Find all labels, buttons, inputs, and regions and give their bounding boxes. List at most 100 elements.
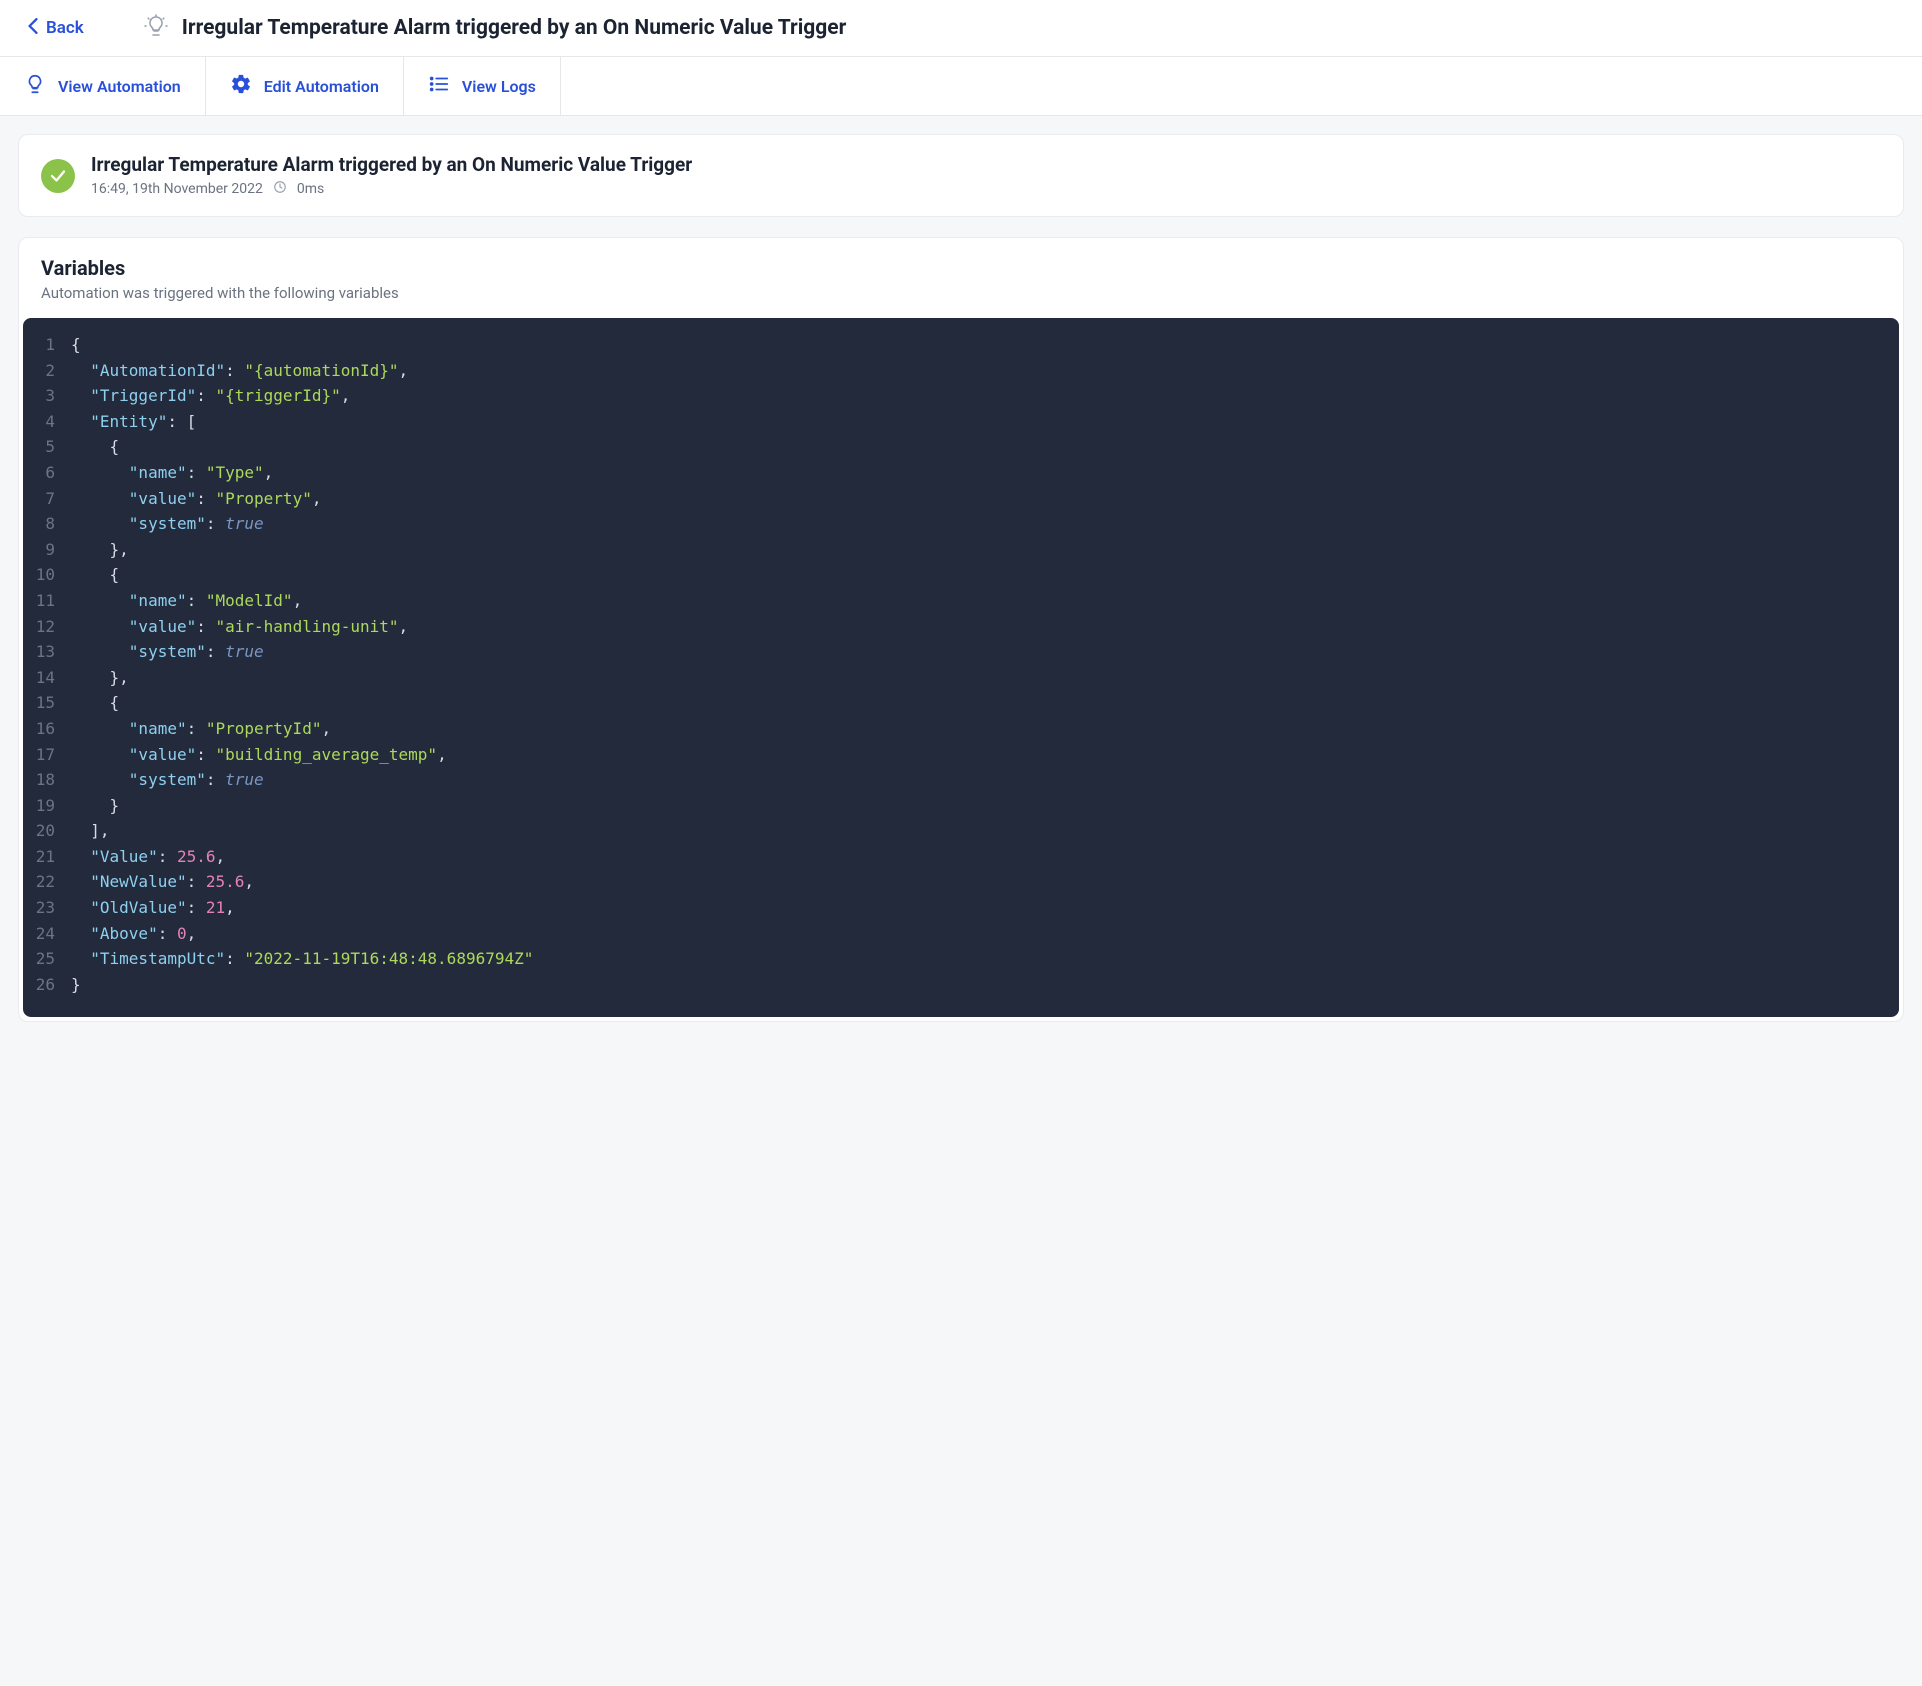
code-line: 4 "Entity": [	[23, 409, 1899, 435]
code-line: 16 "name": "PropertyId",	[23, 716, 1899, 742]
code-content: {	[71, 332, 81, 358]
line-number: 20	[23, 818, 71, 844]
line-number: 7	[23, 486, 71, 512]
code-content: "system": true	[71, 511, 264, 537]
page-title: Irregular Temperature Alarm triggered by…	[182, 16, 847, 40]
variables-heading: Variables	[41, 256, 1881, 280]
line-number: 14	[23, 665, 71, 691]
line-number: 17	[23, 742, 71, 768]
code-content: "TriggerId": "{triggerId}",	[71, 383, 350, 409]
line-number: 22	[23, 869, 71, 895]
code-content: "Entity": [	[71, 409, 196, 435]
code-content: "OldValue": 21,	[71, 895, 235, 921]
lightbulb-icon	[144, 14, 168, 42]
code-content: ],	[71, 818, 110, 844]
line-number: 18	[23, 767, 71, 793]
chevron-left-icon	[28, 18, 38, 39]
variables-subheading: Automation was triggered with the follow…	[41, 284, 1881, 302]
code-line: 19 }	[23, 793, 1899, 819]
run-meta: 16:49, 19th November 2022 0ms	[91, 180, 692, 198]
code-line: 22 "NewValue": 25.6,	[23, 869, 1899, 895]
edit-automation-button[interactable]: Edit Automation	[206, 57, 404, 115]
code-content: {	[71, 434, 119, 460]
code-line: 14 },	[23, 665, 1899, 691]
page-header: Back Irregular Temperature Alarm trigger…	[0, 0, 1922, 57]
code-content: },	[71, 537, 129, 563]
line-number: 15	[23, 690, 71, 716]
line-number: 4	[23, 409, 71, 435]
lightbulb-icon	[24, 73, 46, 99]
code-line: 18 "system": true	[23, 767, 1899, 793]
line-number: 24	[23, 921, 71, 947]
code-content: "Above": 0,	[71, 921, 196, 947]
line-number: 8	[23, 511, 71, 537]
gear-icon	[230, 73, 252, 99]
code-line: 15 {	[23, 690, 1899, 716]
code-content: {	[71, 562, 119, 588]
code-line: 7 "value": "Property",	[23, 486, 1899, 512]
view-automation-button[interactable]: View Automation	[0, 57, 206, 115]
line-number: 11	[23, 588, 71, 614]
line-number: 10	[23, 562, 71, 588]
code-line: 26}	[23, 972, 1899, 998]
line-number: 12	[23, 614, 71, 640]
variables-card: Variables Automation was triggered with …	[18, 237, 1904, 1022]
run-duration: 0ms	[297, 181, 324, 197]
content-area: Irregular Temperature Alarm triggered by…	[0, 116, 1922, 1040]
code-content: },	[71, 665, 129, 691]
back-button[interactable]: Back	[28, 18, 84, 39]
toolbar-label: Edit Automation	[264, 77, 379, 96]
code-content: "name": "PropertyId",	[71, 716, 331, 742]
run-timestamp: 16:49, 19th November 2022	[91, 181, 263, 197]
line-number: 3	[23, 383, 71, 409]
back-label: Back	[46, 18, 84, 38]
line-number: 21	[23, 844, 71, 870]
code-content: "value": "building_average_temp",	[71, 742, 447, 768]
code-content: }	[71, 972, 81, 998]
line-number: 19	[23, 793, 71, 819]
line-number: 25	[23, 946, 71, 972]
code-line: 8 "system": true	[23, 511, 1899, 537]
code-line: 17 "value": "building_average_temp",	[23, 742, 1899, 768]
code-line: 23 "OldValue": 21,	[23, 895, 1899, 921]
code-line: 2 "AutomationId": "{automationId}",	[23, 358, 1899, 384]
code-line: 20 ],	[23, 818, 1899, 844]
header-title-wrap: Irregular Temperature Alarm triggered by…	[144, 14, 847, 42]
code-line: 21 "Value": 25.6,	[23, 844, 1899, 870]
view-logs-button[interactable]: View Logs	[404, 57, 561, 115]
code-content: "NewValue": 25.6,	[71, 869, 254, 895]
line-number: 5	[23, 434, 71, 460]
line-number: 16	[23, 716, 71, 742]
code-line: 24 "Above": 0,	[23, 921, 1899, 947]
code-line: 10 {	[23, 562, 1899, 588]
line-number: 9	[23, 537, 71, 563]
code-content: "AutomationId": "{automationId}",	[71, 358, 408, 384]
line-number: 26	[23, 972, 71, 998]
run-title: Irregular Temperature Alarm triggered by…	[91, 153, 692, 176]
code-line: 1{	[23, 332, 1899, 358]
toolbar: View Automation Edit Automation View Log…	[0, 57, 1922, 116]
code-content: "name": "Type",	[71, 460, 273, 486]
line-number: 13	[23, 639, 71, 665]
code-line: 5 {	[23, 434, 1899, 460]
list-icon	[428, 73, 450, 99]
code-content: "system": true	[71, 639, 264, 665]
code-line: 13 "system": true	[23, 639, 1899, 665]
code-content: {	[71, 690, 119, 716]
code-line: 12 "value": "air-handling-unit",	[23, 614, 1899, 640]
line-number: 23	[23, 895, 71, 921]
code-content: "TimestampUtc": "2022-11-19T16:48:48.689…	[71, 946, 533, 972]
code-line: 9 },	[23, 537, 1899, 563]
code-line: 6 "name": "Type",	[23, 460, 1899, 486]
code-content: "name": "ModelId",	[71, 588, 302, 614]
line-number: 2	[23, 358, 71, 384]
variables-code-block[interactable]: 1{2 "AutomationId": "{automationId}",3 "…	[23, 318, 1899, 1017]
toolbar-label: View Logs	[462, 77, 536, 96]
code-line: 25 "TimestampUtc": "2022-11-19T16:48:48.…	[23, 946, 1899, 972]
line-number: 1	[23, 332, 71, 358]
clock-icon	[273, 180, 287, 198]
code-content: "system": true	[71, 767, 264, 793]
status-success-badge	[41, 159, 75, 193]
code-content: "Value": 25.6,	[71, 844, 225, 870]
code-content: "value": "air-handling-unit",	[71, 614, 408, 640]
